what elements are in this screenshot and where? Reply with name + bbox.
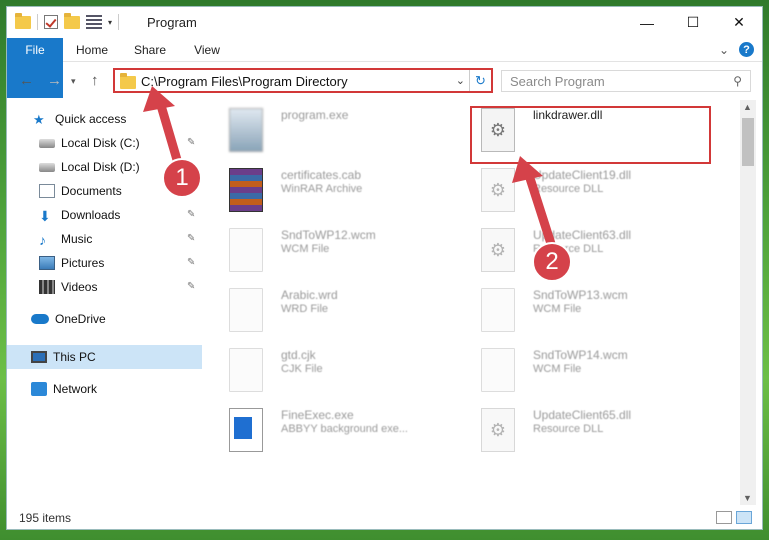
application-icon bbox=[229, 408, 263, 452]
details-view-icon[interactable] bbox=[716, 511, 732, 524]
dll-gear-icon: ⚙ bbox=[481, 408, 515, 452]
new-folder-icon[interactable] bbox=[64, 12, 80, 29]
file-item[interactable]: ⚙ UpdateClient65.dll Resource DLL bbox=[469, 400, 704, 460]
file-icon bbox=[229, 348, 263, 392]
nav-item-videos[interactable]: Videos bbox=[39, 276, 97, 298]
expand-ribbon-icon[interactable]: ⌄ bbox=[719, 43, 729, 57]
step-1-badge: 1 bbox=[162, 158, 202, 198]
maximize-button[interactable]: ☐ bbox=[670, 7, 716, 38]
address-folder-icon bbox=[120, 73, 136, 89]
selected-file-highlight-box bbox=[470, 106, 711, 164]
nav-item-onedrive[interactable]: OneDrive bbox=[31, 308, 106, 330]
folder-icon bbox=[15, 12, 31, 29]
cloud-icon bbox=[31, 314, 49, 324]
status-bar: 195 items bbox=[7, 507, 762, 529]
item-count: 195 items bbox=[19, 511, 72, 525]
video-film-icon bbox=[39, 280, 55, 294]
nav-item-documents[interactable]: Documents bbox=[39, 180, 122, 202]
nav-item-local-disk-d[interactable]: Local Disk (D:) bbox=[39, 156, 140, 178]
forward-arrow-icon[interactable]: → bbox=[47, 72, 62, 89]
documents-icon bbox=[39, 184, 55, 198]
explorer-window: ▾ Program — ☐ ✕ File Home Share View ⌄ ?… bbox=[6, 6, 763, 530]
search-placeholder: Search Program bbox=[510, 74, 605, 89]
drive-icon bbox=[39, 162, 55, 172]
search-input[interactable]: Search Program ⚲ bbox=[501, 70, 751, 92]
ribbon-tabs: File Home Share View ⌄ ? bbox=[7, 38, 762, 98]
recent-locations-icon[interactable]: ▾ bbox=[71, 76, 76, 87]
address-field[interactable]: C:\Program Files\Program Directory ⌄ ↻ bbox=[113, 68, 493, 93]
dll-gear-icon: ⚙ bbox=[481, 168, 515, 212]
computer-icon bbox=[31, 351, 47, 363]
scroll-thumb[interactable] bbox=[742, 118, 754, 166]
scroll-up-icon[interactable]: ▲ bbox=[743, 102, 752, 112]
help-icon[interactable]: ? bbox=[739, 42, 754, 57]
tab-view[interactable]: View bbox=[183, 38, 231, 62]
drive-icon bbox=[39, 138, 55, 148]
star-icon: ★ bbox=[33, 112, 45, 127]
file-item[interactable]: SndToWP12.wcm WCM File bbox=[217, 220, 452, 280]
tab-home[interactable]: Home bbox=[67, 38, 117, 62]
file-item[interactable]: certificates.cab WinRAR Archive bbox=[217, 160, 452, 220]
back-arrow-icon[interactable]: ← bbox=[19, 72, 34, 89]
address-path[interactable]: C:\Program Files\Program Directory bbox=[141, 74, 348, 89]
file-icon bbox=[229, 288, 263, 332]
vertical-scrollbar[interactable]: ▲ ▼ bbox=[740, 100, 756, 505]
tab-share[interactable]: Share bbox=[123, 38, 177, 62]
pin-icon[interactable]: ✎ bbox=[187, 209, 195, 220]
file-item[interactable]: ⚙ UpdateClient19.dll Resource DLL bbox=[469, 160, 704, 220]
nav-item-downloads[interactable]: ⬇ Downloads bbox=[39, 204, 120, 226]
dll-gear-icon: ⚙ bbox=[481, 228, 515, 272]
music-note-icon: ♪ bbox=[39, 232, 46, 248]
file-icon bbox=[481, 348, 515, 392]
customize-dropdown-icon[interactable]: ▾ bbox=[108, 18, 112, 27]
pin-icon[interactable]: ✎ bbox=[187, 257, 195, 268]
title-bar: ▾ Program — ☐ ✕ bbox=[7, 7, 762, 38]
window-title: Program bbox=[147, 15, 197, 30]
refresh-icon[interactable]: ↻ bbox=[469, 70, 491, 91]
scroll-down-icon[interactable]: ▼ bbox=[743, 493, 752, 503]
pin-icon[interactable]: ✎ bbox=[187, 281, 195, 292]
pictures-icon bbox=[39, 256, 55, 270]
file-item[interactable]: Arabic.wrd WRD File bbox=[217, 280, 452, 340]
nav-item-music[interactable]: ♪ Music bbox=[39, 228, 92, 250]
properties-icon[interactable] bbox=[86, 15, 102, 29]
file-item[interactable]: SndToWP14.wcm WCM File bbox=[469, 340, 704, 400]
large-icons-view-icon[interactable] bbox=[736, 511, 752, 524]
pin-icon[interactable]: ✎ bbox=[187, 233, 195, 244]
file-icon bbox=[481, 288, 515, 332]
step-2-badge: 2 bbox=[532, 242, 572, 282]
network-icon bbox=[31, 382, 47, 396]
address-bar-row: ← → ▾ ↑ C:\Program Files\Program Directo… bbox=[7, 62, 762, 100]
download-arrow-icon: ⬇ bbox=[39, 208, 51, 224]
file-item[interactable]: gtd.cjk CJK File bbox=[217, 340, 452, 400]
file-item[interactable]: FineExec.exe ABBYY background exe... bbox=[217, 400, 452, 460]
file-item[interactable]: SndToWP13.wcm WCM File bbox=[469, 280, 704, 340]
winrar-archive-icon bbox=[229, 168, 263, 212]
window-controls: — ☐ ✕ bbox=[624, 7, 762, 38]
close-button[interactable]: ✕ bbox=[716, 7, 762, 38]
pin-icon[interactable]: ✎ bbox=[187, 137, 195, 148]
nav-item-this-pc[interactable]: This PC bbox=[31, 346, 96, 368]
properties-check-icon[interactable] bbox=[44, 15, 58, 29]
nav-item-local-disk-c[interactable]: Local Disk (C:) bbox=[39, 132, 140, 154]
nav-item-network[interactable]: Network bbox=[31, 378, 97, 400]
file-item[interactable]: ⚙ UpdateClient63.dll Resource DLL bbox=[469, 220, 704, 280]
nav-quick-access[interactable]: ★ Quick access bbox=[33, 108, 126, 130]
file-item[interactable]: program.exe bbox=[217, 100, 452, 160]
nav-item-pictures[interactable]: Pictures bbox=[39, 252, 104, 274]
quick-access-toolbar: ▾ bbox=[15, 12, 120, 30]
search-icon[interactable]: ⚲ bbox=[733, 74, 742, 88]
up-arrow-icon[interactable]: ↑ bbox=[91, 72, 99, 89]
minimize-button[interactable]: — bbox=[624, 7, 670, 38]
application-icon bbox=[229, 108, 263, 152]
address-dropdown-icon[interactable]: ⌄ bbox=[456, 74, 465, 87]
file-icon bbox=[229, 228, 263, 272]
